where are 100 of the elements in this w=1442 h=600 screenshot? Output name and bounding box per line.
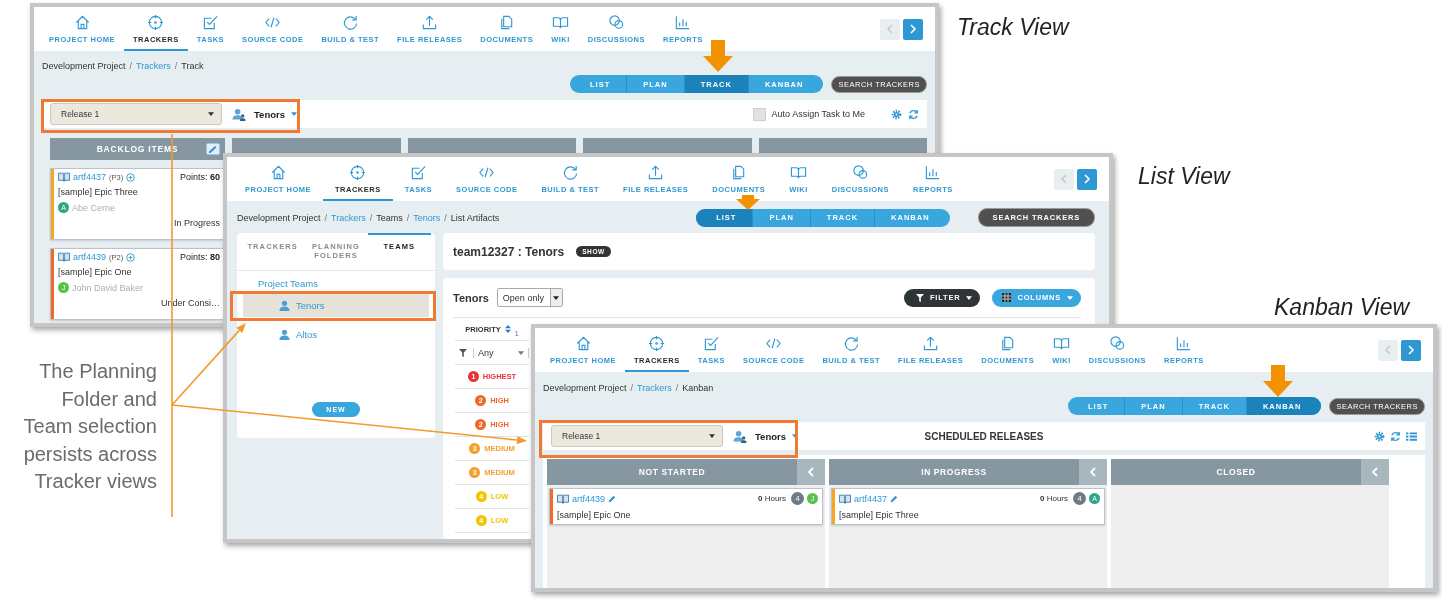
caption-text: The Planning Folder and Team selection persists across Tracker views [22, 359, 157, 494]
pencil-icon [608, 494, 617, 503]
chevron-left-icon [886, 24, 894, 34]
caret-icon [966, 295, 973, 300]
breadcrumb-separator: / [129, 61, 133, 71]
edit-board-icon [206, 143, 220, 155]
hours-text: 0 Hours [758, 494, 786, 503]
view-title: Kanban View [1274, 294, 1410, 321]
breadcrumb-link[interactable]: Trackers [637, 383, 672, 393]
column-title: CLOSED [1215, 467, 1257, 477]
book-icon [58, 172, 70, 182]
next-button[interactable] [1401, 339, 1421, 361]
breadcrumb-separator: / [324, 212, 328, 223]
list-icon [1406, 430, 1417, 442]
chevron-left-icon [1089, 467, 1097, 477]
breadcrumb-link[interactable]: Tenors [413, 212, 441, 223]
next-button[interactable] [903, 18, 923, 40]
item-link[interactable]: artf4437 [73, 172, 107, 182]
breadcrumb-text: Development Project [42, 61, 126, 71]
status-dropdown[interactable]: Open only [496, 288, 563, 307]
refresh-icon [908, 108, 919, 120]
checkbox-label: Auto Assign Task to Me [771, 109, 865, 119]
team-icon [232, 107, 246, 121]
team-name: Tenors [296, 300, 325, 311]
breadcrumb-link[interactable]: Trackers [331, 212, 366, 223]
previous-button[interactable] [880, 18, 900, 40]
previous-button[interactable] [1054, 168, 1074, 190]
breadcrumb-link[interactable]: Trackers [136, 61, 171, 71]
teams-heading: Project Teams [257, 277, 319, 291]
breadcrumb-text: Development Project [237, 212, 321, 223]
breadcrumb-text: List Artifacts [450, 212, 500, 223]
item-link[interactable]: artf4439 [73, 252, 107, 262]
down-arrow [736, 195, 760, 210]
item-link[interactable]: artf4437 [854, 493, 888, 504]
chevron-right-icon [1083, 174, 1091, 184]
points-text: Points: 80 [179, 252, 220, 262]
chat-icon [607, 14, 625, 31]
team-icon [733, 429, 747, 443]
list-title: Tenors [453, 291, 489, 304]
home-icon [574, 335, 592, 352]
settings-icon [1374, 430, 1385, 442]
person-icon [279, 329, 290, 340]
home-icon [73, 14, 91, 31]
card-title: [sample] Epic Three [58, 187, 139, 197]
breadcrumb-separator: / [406, 212, 410, 223]
view-title: Track View [957, 14, 1069, 41]
funnel-icon [916, 293, 924, 302]
chevron-left-icon [1371, 467, 1379, 477]
team-row[interactable]: Tenors [243, 294, 429, 317]
crosshair-icon [147, 14, 165, 31]
card-title: [sample] Epic Three [839, 510, 920, 520]
chevron-left-icon [807, 467, 815, 477]
chevron-left-icon [1384, 345, 1392, 355]
sort-icon [504, 325, 511, 333]
refresh-icon [1390, 430, 1401, 442]
book-icon [58, 252, 70, 262]
crosshair-icon [648, 335, 666, 352]
assignee-name: Abe Cerne [72, 202, 116, 213]
item-link[interactable]: artf4439 [572, 493, 606, 504]
collapse-button[interactable] [1361, 459, 1389, 485]
checkbox-icon [201, 14, 219, 31]
plus-circle-icon [126, 252, 136, 262]
view-title: List View [1138, 163, 1230, 190]
checkbox-icon [702, 335, 720, 352]
team-row[interactable]: Altos [243, 323, 429, 346]
chevron-right-icon [1407, 345, 1415, 355]
previous-button[interactable] [1378, 339, 1398, 361]
down-arrow [1263, 365, 1293, 397]
breadcrumb-separator: / [444, 212, 447, 223]
team-dropdown[interactable]: Tenors [753, 430, 800, 442]
book-icon [839, 493, 851, 504]
breadcrumb-separator: / [174, 61, 178, 71]
status-text: In Progress [172, 218, 220, 228]
collapse-button[interactable] [797, 459, 825, 485]
plus-circle-icon [126, 172, 136, 182]
person-icon [279, 300, 290, 311]
caret-icon [553, 295, 560, 300]
checkbox[interactable] [752, 107, 766, 121]
caret-icon [518, 350, 524, 355]
caret-icon [1067, 295, 1073, 300]
bar-chart-icon [1175, 335, 1193, 352]
release-dropdown[interactable]: Release 1 [551, 425, 723, 447]
card-title: [sample] Epic One [58, 267, 133, 277]
upload-icon [922, 335, 940, 352]
column-title: IN PROGRESS [920, 467, 988, 477]
breadcrumb-separator: / [369, 212, 373, 223]
team-dropdown[interactable]: Tenors [252, 108, 299, 120]
next-button[interactable] [1077, 168, 1097, 190]
down-arrow [703, 40, 733, 72]
settings-icon [891, 108, 902, 120]
caret-icon [791, 434, 798, 438]
bar-chart-icon [674, 14, 692, 31]
chevron-right-icon [909, 24, 917, 34]
breadcrumb-text: Teams [376, 212, 403, 223]
priority-filter[interactable]: Any [473, 347, 529, 358]
release-dropdown[interactable]: Release 1 [50, 103, 222, 125]
breadcrumb-separator: / [675, 383, 679, 393]
book-icon [557, 493, 569, 504]
assignee-name: John David Baker [72, 282, 144, 293]
collapse-button[interactable] [1079, 459, 1107, 485]
